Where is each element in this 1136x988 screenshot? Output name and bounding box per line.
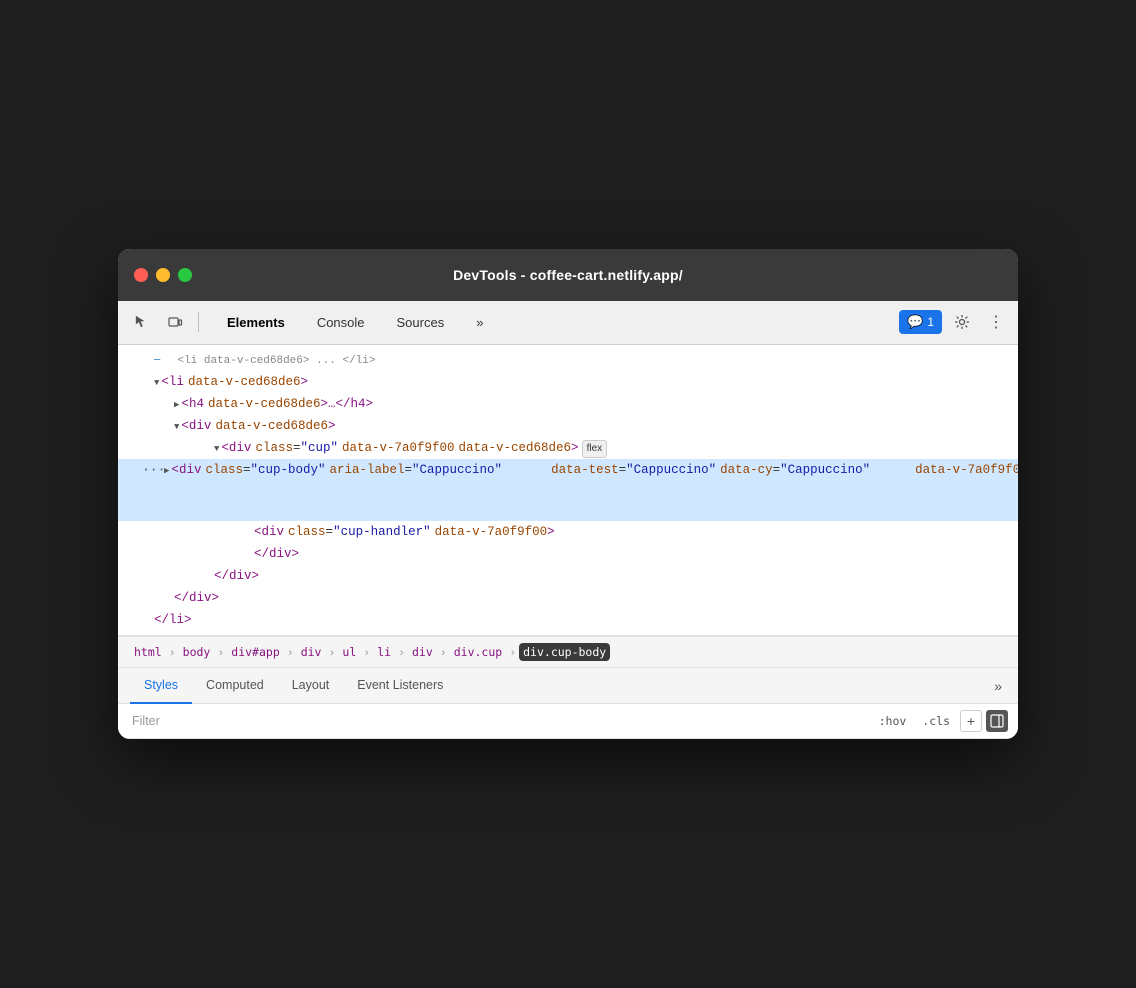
window-title: DevTools - coffee-cart.netlify.app/ bbox=[453, 267, 683, 283]
dom-line-close-div1[interactable]: </div> bbox=[118, 543, 1018, 565]
breadcrumb-li[interactable]: li bbox=[373, 643, 395, 661]
filter-bar: :hov .cls + bbox=[118, 704, 1018, 739]
minimize-button[interactable] bbox=[156, 268, 170, 282]
toolbar-divider bbox=[198, 312, 199, 332]
tab-styles[interactable]: Styles bbox=[130, 668, 192, 704]
breadcrumb-divcup[interactable]: div.cup bbox=[450, 643, 506, 661]
panel-tab-more[interactable]: » bbox=[990, 670, 1006, 702]
triangle-icon bbox=[164, 464, 169, 478]
title-bar: DevTools - coffee-cart.netlify.app/ bbox=[118, 249, 1018, 301]
device-toggle-button[interactable] bbox=[160, 307, 190, 337]
breadcrumb-div1[interactable]: div bbox=[297, 643, 326, 661]
dom-cut-line: ⎯ <li data-v-ced68de6> ... </li> bbox=[118, 349, 1018, 372]
close-button[interactable] bbox=[134, 268, 148, 282]
tab-console[interactable]: Console bbox=[301, 309, 381, 336]
triangle-icon bbox=[214, 442, 219, 456]
notification-button[interactable]: 💬 1 bbox=[899, 310, 942, 334]
sidebar-button[interactable] bbox=[986, 710, 1008, 732]
tab-computed[interactable]: Computed bbox=[192, 668, 278, 704]
settings-button[interactable] bbox=[948, 308, 976, 336]
devtools-window: DevTools - coffee-cart.netlify.app/ Elem… bbox=[118, 249, 1018, 740]
breadcrumb-divapp[interactable]: div#app bbox=[227, 643, 283, 661]
flex-badge[interactable]: flex bbox=[582, 440, 608, 458]
breadcrumb-div2[interactable]: div bbox=[408, 643, 437, 661]
traffic-lights bbox=[134, 268, 192, 282]
filter-input[interactable] bbox=[128, 712, 865, 730]
dom-line-h4[interactable]: <h4 data-v-ced68de6 > … </h4> bbox=[118, 393, 1018, 415]
more-options-button[interactable]: ⋮ bbox=[982, 308, 1010, 336]
triangle-icon bbox=[174, 420, 179, 434]
dom-tree: ⎯ <li data-v-ced68de6> ... </li> <li dat… bbox=[118, 345, 1018, 637]
tab-layout[interactable]: Layout bbox=[278, 668, 344, 704]
hov-button[interactable]: :hov bbox=[873, 712, 913, 730]
cls-button[interactable]: .cls bbox=[916, 712, 956, 730]
maximize-button[interactable] bbox=[178, 268, 192, 282]
add-style-button[interactable]: + bbox=[960, 710, 982, 732]
dom-line-li-close[interactable]: </li> bbox=[118, 609, 1018, 631]
toolbar: Elements Console Sources » 💬 1 ⋮ bbox=[118, 301, 1018, 345]
dom-line-div-cup-handler[interactable]: <div class="cup-handler" data-v-7a0f9f00… bbox=[118, 521, 1018, 543]
triangle-icon bbox=[174, 398, 179, 412]
dom-line-div-cup[interactable]: <div class="cup" data-v-7a0f9f00 data-v-… bbox=[118, 437, 1018, 459]
breadcrumb-ul[interactable]: ul bbox=[338, 643, 360, 661]
triangle-icon bbox=[154, 376, 159, 390]
inspect-button[interactable] bbox=[126, 307, 156, 337]
breadcrumb-html[interactable]: html bbox=[130, 643, 166, 661]
tab-elements[interactable]: Elements bbox=[211, 309, 301, 336]
toolbar-right: 💬 1 ⋮ bbox=[899, 308, 1010, 336]
breadcrumb-bar: html › body › div#app › div › ul › li › … bbox=[118, 636, 1018, 668]
tab-event-listeners[interactable]: Event Listeners bbox=[343, 668, 457, 704]
toolbar-tabs: Elements Console Sources » bbox=[211, 309, 499, 336]
filter-actions: :hov .cls + bbox=[873, 710, 1008, 732]
tab-more[interactable]: » bbox=[460, 309, 499, 336]
dom-line-close-div2[interactable]: </div> bbox=[118, 565, 1018, 587]
dom-line-li-open[interactable]: <li data-v-ced68de6 > bbox=[118, 371, 1018, 393]
notification-count: 1 bbox=[927, 315, 934, 329]
ellipsis-button[interactable]: ··· bbox=[142, 460, 158, 481]
panel-tabs: Styles Computed Layout Event Listeners » bbox=[118, 668, 1018, 704]
breadcrumb-divcupbody[interactable]: div.cup-body bbox=[519, 643, 610, 661]
dom-line-div-ced[interactable]: <div data-v-ced68de6 > bbox=[118, 415, 1018, 437]
dom-line-close-div3[interactable]: </div> bbox=[118, 587, 1018, 609]
tab-sources[interactable]: Sources bbox=[381, 309, 461, 336]
breadcrumb-body[interactable]: body bbox=[179, 643, 215, 661]
dom-line-div-cup-body[interactable]: ··· <div class="cup-body" aria-label="Ca… bbox=[118, 459, 1018, 521]
chat-icon: 💬 bbox=[907, 314, 923, 330]
